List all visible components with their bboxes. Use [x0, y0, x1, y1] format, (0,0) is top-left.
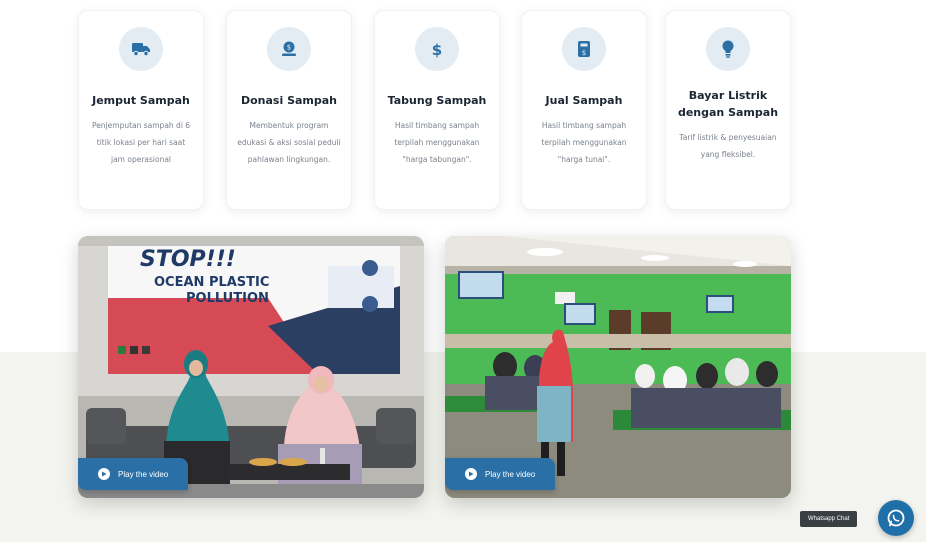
wallet-icon: $: [562, 27, 606, 71]
banner-title-stop: STOP!!!: [140, 247, 236, 272]
dollar-icon: $: [415, 27, 459, 71]
service-title: Bayar Listrik dengan Sampah: [677, 89, 779, 119]
service-title: Jemput Sampah: [92, 94, 190, 107]
video-card-seminar[interactable]: STOP!!! OCEAN PLASTIC POLLUTION Play the…: [78, 236, 424, 498]
service-description: Tarif listrik & penyesuaian yang fleksib…: [679, 133, 777, 159]
service-title: Tabung Sampah: [387, 94, 487, 107]
play-icon: [465, 468, 477, 480]
service-title: Donasi Sampah: [240, 94, 338, 107]
video-card-classroom[interactable]: Play the video: [445, 236, 791, 498]
service-description: Membentuk program edukasi & aksi sosial …: [237, 121, 341, 164]
service-card-donasi[interactable]: $ Donasi Sampah Membentuk program edukas…: [226, 10, 352, 210]
service-description: Penjemputan sampah di 6 titik lokasi per…: [91, 121, 191, 164]
play-video-button[interactable]: Play the video: [445, 458, 556, 490]
svg-text:$: $: [582, 49, 586, 57]
whatsapp-chat-button[interactable]: [878, 500, 914, 536]
services-row: Jemput Sampah Penjemputan sampah di 6 ti…: [0, 0, 926, 215]
whatsapp-chat-label[interactable]: Whatsapp Chat: [800, 511, 858, 527]
whatsapp-icon: [887, 509, 905, 527]
svg-text:$: $: [287, 44, 291, 52]
play-video-label: Play the video: [118, 469, 169, 479]
banner-title-ocean: OCEAN PLASTIC: [154, 275, 269, 290]
banner-title-pollution: POLLUTION: [186, 291, 269, 306]
service-card-jemput[interactable]: Jemput Sampah Penjemputan sampah di 6 ti…: [78, 10, 204, 210]
play-video-button[interactable]: Play the video: [78, 458, 189, 490]
svg-text:$: $: [432, 41, 442, 58]
truck-icon: [119, 27, 163, 71]
service-description: Hasil timbang sampah terpilah menggunaka…: [541, 121, 627, 164]
lightbulb-icon: [706, 27, 750, 71]
service-title: Jual Sampah: [545, 94, 623, 107]
play-video-label: Play the video: [485, 469, 536, 479]
service-card-listrik[interactable]: Bayar Listrik dengan Sampah Tarif listri…: [665, 10, 791, 210]
play-icon: [98, 468, 110, 480]
service-card-tabung[interactable]: $ Tabung Sampah Hasil timbang sampah ter…: [374, 10, 500, 210]
service-card-jual[interactable]: $ Jual Sampah Hasil timbang sampah terpi…: [521, 10, 647, 210]
service-description: Hasil timbang sampah terpilah menggunaka…: [394, 121, 480, 164]
donation-icon: $: [267, 27, 311, 71]
